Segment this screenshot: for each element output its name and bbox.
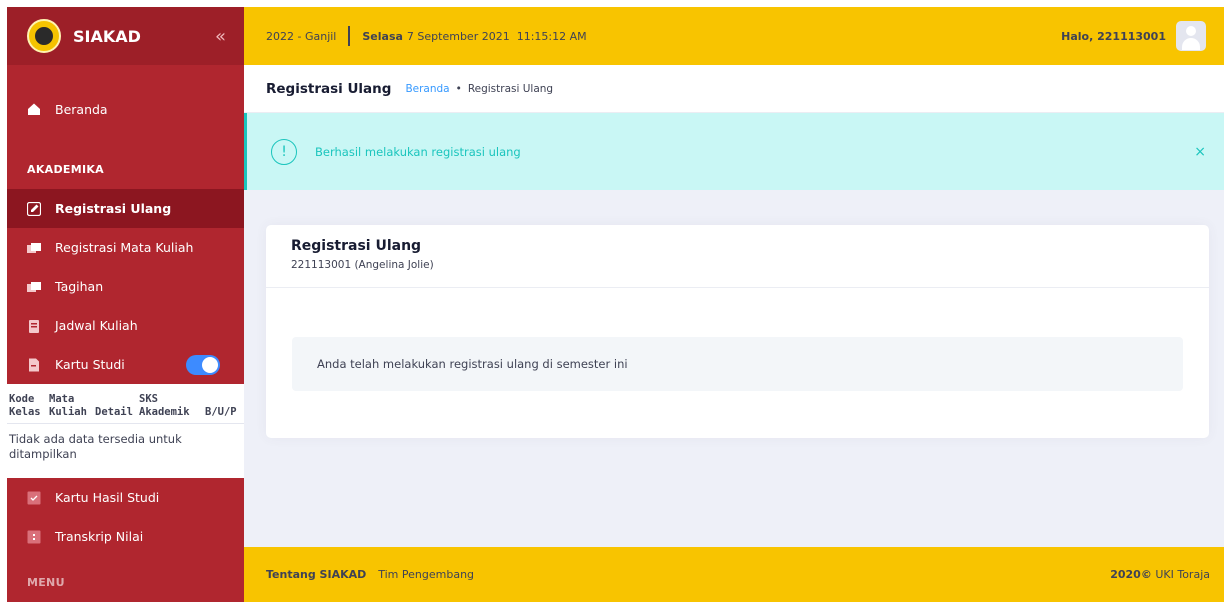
- sidebar-item-label: Beranda: [55, 101, 108, 117]
- topbar: 2022 - Ganjil Selasa 7 September 2021 11…: [244, 7, 1224, 65]
- chevrons-left-icon[interactable]: «: [215, 26, 226, 47]
- page-title: Registrasi Ulang: [266, 80, 392, 97]
- university-logo[interactable]: [27, 19, 61, 53]
- divider: [348, 26, 351, 46]
- card-title: Registrasi Ulang: [291, 238, 422, 254]
- section-menu: MENU: [27, 575, 65, 589]
- brand-name[interactable]: SIAKAD: [73, 27, 215, 46]
- footer: Tentang SIAKAD Tim Pengembang 2020© UKI …: [244, 547, 1224, 602]
- table-header-row: Kode Kelas Mata Kuliah Detail SKS Akadem…: [7, 384, 244, 424]
- sidebar: SIAKAD « Beranda AKADEMIKA Registrasi Ul…: [7, 7, 244, 602]
- footer-link-about[interactable]: Tentang SIAKAD: [266, 568, 366, 581]
- sidebar-item-registrasi-ulang[interactable]: Registrasi Ulang: [7, 189, 244, 228]
- registrasi-card: Registrasi Ulang 221113001 (Angelina Jol…: [266, 225, 1209, 438]
- user-avatar-icon[interactable]: [1176, 21, 1206, 51]
- breadcrumb-home[interactable]: Beranda: [405, 83, 449, 95]
- alert-message: Berhasil melakukan registrasi ulang: [315, 144, 521, 159]
- breadcrumb-current: Registrasi Ulang: [467, 82, 554, 95]
- user-greeting[interactable]: Halo, 221113001: [1061, 30, 1166, 43]
- edit-icon: [27, 201, 41, 216]
- column-header-detail[interactable]: Detail: [93, 388, 137, 423]
- sidebar-item-jadwal-kuliah[interactable]: Jadwal Kuliah: [7, 306, 244, 345]
- column-header-sks-akademik[interactable]: SKS Akademik: [137, 388, 203, 423]
- kartu-studi-toggle[interactable]: [186, 354, 220, 375]
- transcript-icon: [27, 530, 41, 544]
- sidebar-item-label: Jadwal Kuliah: [55, 318, 138, 333]
- clipboard-icon: [27, 319, 41, 333]
- check-icon: [27, 491, 41, 505]
- close-icon[interactable]: ×: [1194, 144, 1206, 160]
- footer-link-team[interactable]: Tim Pengembang: [378, 568, 474, 581]
- sidebar-item-kartu-hasil-studi[interactable]: Kartu Hasil Studi: [7, 478, 244, 517]
- file-icon: [27, 358, 41, 372]
- card-header: Registrasi Ulang 221113001 (Angelina Jol…: [266, 225, 1209, 288]
- day-label: Selasa: [362, 29, 403, 43]
- info-message: Anda telah melakukan registrasi ulang di…: [292, 337, 1183, 391]
- section-akademika: AKADEMIKA: [27, 162, 104, 176]
- breadcrumb-separator: •: [455, 82, 462, 95]
- sidebar-item-label: Tagihan: [55, 279, 104, 294]
- copyright-year: 2020©: [1110, 568, 1152, 581]
- column-header-mata-kuliah[interactable]: Mata Kuliah: [47, 388, 93, 423]
- kartu-studi-table: Kode Kelas Mata Kuliah Detail SKS Akadem…: [7, 384, 244, 478]
- sidebar-item-label: Registrasi Ulang: [55, 201, 172, 216]
- sidebar-item-registrasi-mata-kuliah[interactable]: Registrasi Mata Kuliah: [7, 228, 244, 267]
- sidebar-nav: Beranda AKADEMIKA Registrasi Ulang Regis…: [7, 65, 244, 602]
- main-content: Registrasi Ulang 221113001 (Angelina Jol…: [244, 190, 1224, 547]
- sidebar-item-transkrip-nilai[interactable]: Transkrip Nilai: [7, 517, 244, 556]
- exclamation-circle-icon: !: [271, 138, 297, 165]
- datetime-label: 7 September 2021 11:15:12 AM: [406, 29, 587, 43]
- sidebar-item-tagihan[interactable]: Tagihan: [7, 267, 244, 306]
- brand-bar: SIAKAD «: [7, 7, 244, 65]
- column-header-kode-kelas[interactable]: Kode Kelas: [7, 388, 47, 423]
- book-icon: [27, 241, 41, 255]
- copyright-org[interactable]: UKI Toraja: [1155, 568, 1210, 581]
- sidebar-item-label: Kartu Studi: [55, 357, 125, 372]
- column-header-bup[interactable]: B/U/P: [203, 388, 243, 423]
- semester-label: 2022 - Ganjil: [266, 29, 337, 43]
- subheader: Registrasi Ulang Beranda • Registrasi Ul…: [244, 65, 1224, 113]
- sidebar-item-beranda[interactable]: Beranda: [7, 75, 244, 143]
- home-icon: [27, 102, 41, 116]
- card-subtitle: 221113001 (Angelina Jolie): [291, 259, 434, 271]
- footer-copyright: 2020© UKI Toraja: [1110, 568, 1210, 581]
- sidebar-item-label: Kartu Hasil Studi: [55, 490, 160, 505]
- sidebar-item-label: Transkrip Nilai: [55, 529, 144, 544]
- sidebar-item-label: Registrasi Mata Kuliah: [55, 240, 194, 255]
- success-alert: ! Berhasil melakukan registrasi ulang ×: [244, 113, 1224, 190]
- book-icon: [27, 280, 41, 294]
- table-empty-message: Tidak ada data tersedia untuk ditampilka…: [9, 432, 182, 461]
- sidebar-item-kartu-studi[interactable]: Kartu Studi: [7, 345, 244, 384]
